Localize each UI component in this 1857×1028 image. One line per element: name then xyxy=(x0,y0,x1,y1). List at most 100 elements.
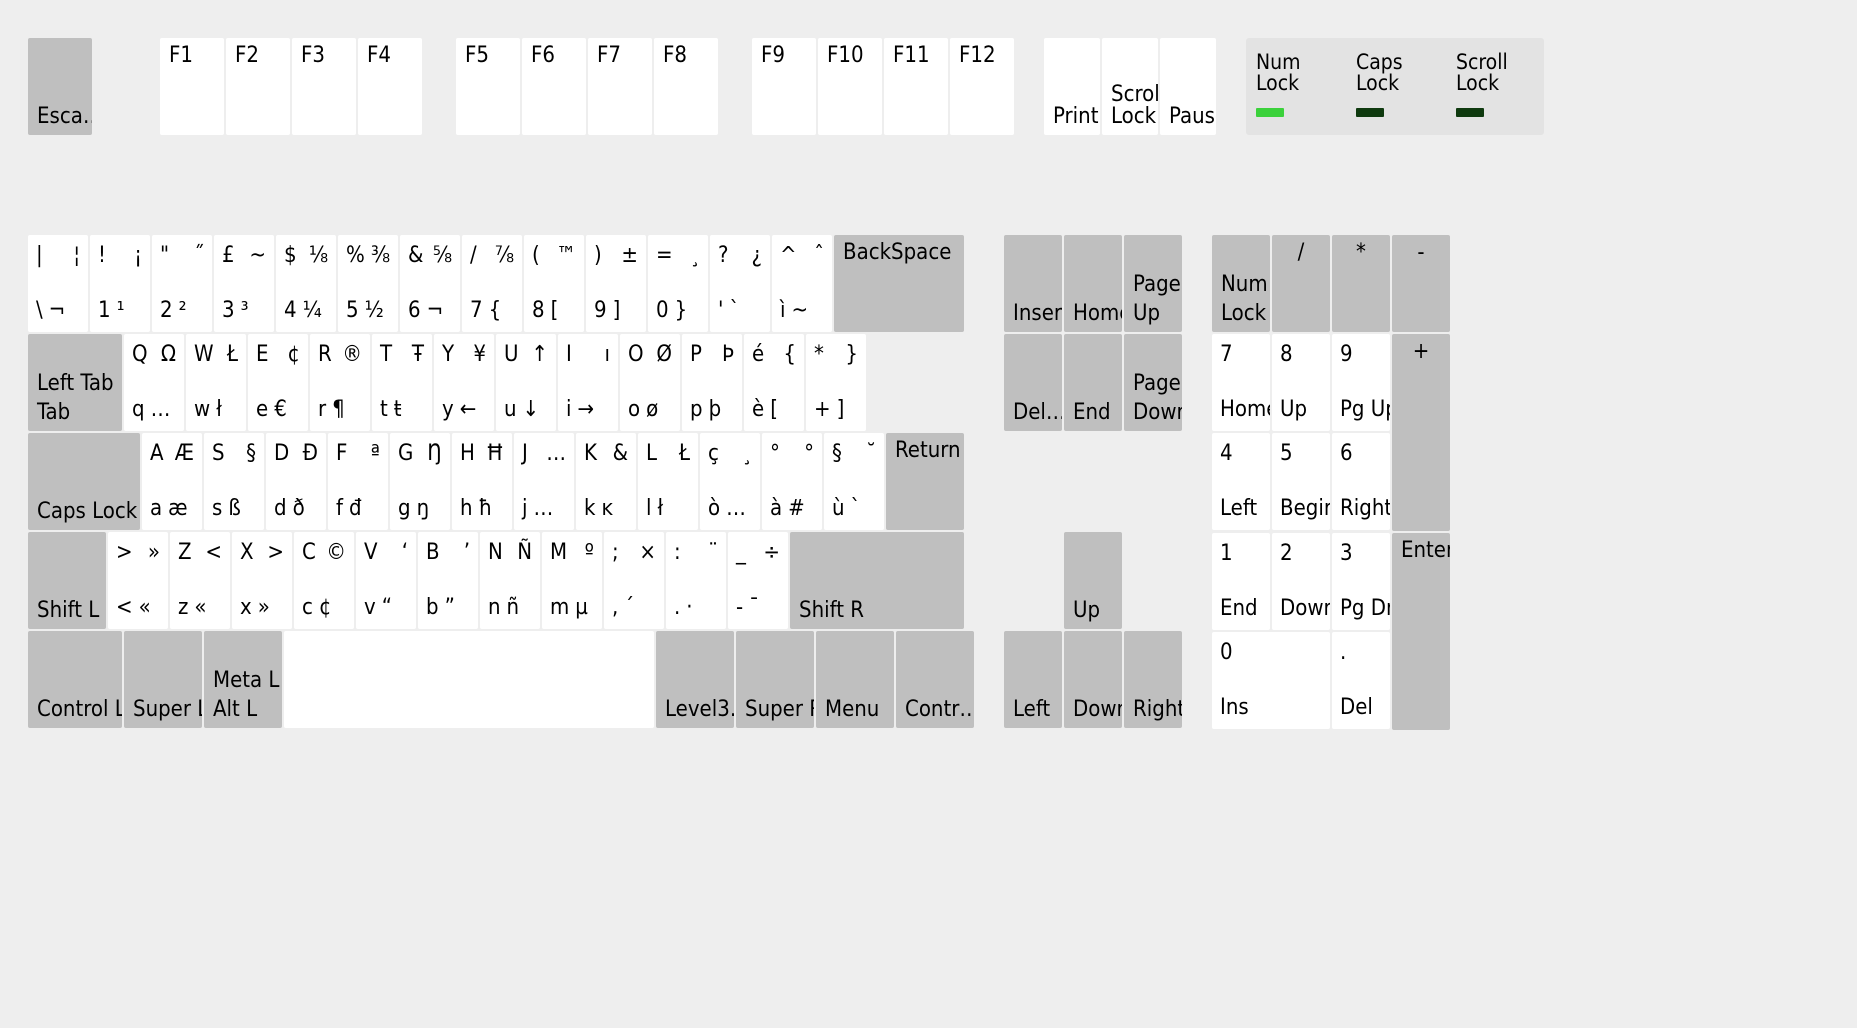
key-f12[interactable]: F12 xyxy=(950,38,1014,135)
key-backspace[interactable]: BackSpace xyxy=(834,235,964,332)
key-w[interactable]: WŁwł xyxy=(186,334,246,431)
key-pause[interactable]: Pause xyxy=(1160,38,1216,135)
key-numpad-5[interactable]: 5Begin xyxy=(1272,433,1330,530)
key-super-left[interactable]: Super L xyxy=(124,631,202,728)
key-level3-shift[interactable]: Level3… xyxy=(656,631,734,728)
key-d[interactable]: DĐdð xyxy=(266,433,326,530)
key-h[interactable]: HĦhħ xyxy=(452,433,512,530)
key-shift-left[interactable]: Shift L xyxy=(28,532,106,629)
key-insert[interactable]: Insert xyxy=(1004,235,1062,332)
key-minus[interactable]: _÷-¯ xyxy=(728,532,788,629)
key-f5[interactable]: F5 xyxy=(456,38,520,135)
key-2[interactable]: "˝2² xyxy=(152,235,212,332)
key-numpad-6[interactable]: 6Right xyxy=(1332,433,1390,530)
key-a[interactable]: AÆaæ xyxy=(142,433,202,530)
key-9[interactable]: )±9] xyxy=(586,235,646,332)
key-6[interactable]: &⅝6¬ xyxy=(400,235,460,332)
key-bracket-right[interactable]: *}+] xyxy=(806,334,866,431)
key-0[interactable]: =¸0} xyxy=(648,235,708,332)
key-e[interactable]: E¢e€ xyxy=(248,334,308,431)
key-f9[interactable]: F9 xyxy=(752,38,816,135)
key-comma[interactable]: ;×,´ xyxy=(604,532,664,629)
key-z[interactable]: Z<z« xyxy=(170,532,230,629)
key-return[interactable]: Return xyxy=(886,433,964,530)
key-f2[interactable]: F2 xyxy=(226,38,290,135)
key-x[interactable]: X>x» xyxy=(232,532,292,629)
key-numpad-enter[interactable]: Enter xyxy=(1392,533,1450,730)
key-l[interactable]: LŁlł xyxy=(638,433,698,530)
key-f7[interactable]: F7 xyxy=(588,38,652,135)
key-numpad-divide[interactable]: / xyxy=(1272,235,1330,332)
key-f1[interactable]: F1 xyxy=(160,38,224,135)
key-numpad-multiply[interactable]: * xyxy=(1332,235,1390,332)
key-ograve[interactable]: ç¸ò… xyxy=(700,433,760,530)
key-control-right[interactable]: Contr… xyxy=(896,631,974,728)
key-f3[interactable]: F3 xyxy=(292,38,356,135)
key-numpad-add[interactable]: + xyxy=(1392,334,1450,531)
key-8[interactable]: (™8[ xyxy=(524,235,584,332)
key-c[interactable]: C©c¢ xyxy=(294,532,354,629)
key-v[interactable]: V‘v“ xyxy=(356,532,416,629)
key-arrow-down[interactable]: Down xyxy=(1064,631,1122,728)
key-numpad-1[interactable]: 1End xyxy=(1212,533,1270,630)
key-scroll-lock[interactable]: Scroll Lock xyxy=(1102,38,1158,135)
key-tab[interactable]: Left TabTab xyxy=(28,334,122,431)
key-p[interactable]: PÞpþ xyxy=(682,334,742,431)
key-home[interactable]: Home xyxy=(1064,235,1122,332)
key-numpad-dot[interactable]: .Del xyxy=(1332,632,1390,729)
key-igrave[interactable]: ^ˆì~ xyxy=(772,235,832,332)
key-ugrave[interactable]: §˘ù` xyxy=(824,433,884,530)
key-numpad-2[interactable]: 2Down xyxy=(1272,533,1330,630)
key-backslash[interactable]: |¦\¬ xyxy=(28,235,88,332)
key-i[interactable]: Iıi→ xyxy=(558,334,618,431)
key-s[interactable]: S§sß xyxy=(204,433,264,530)
key-lessthan[interactable]: >»<« xyxy=(108,532,168,629)
key-arrow-right[interactable]: Right xyxy=(1124,631,1182,728)
key-numpad-7[interactable]: 7Home xyxy=(1212,334,1270,431)
key-arrow-left[interactable]: Left xyxy=(1004,631,1062,728)
key-super-right[interactable]: Super R xyxy=(736,631,814,728)
key-control-left[interactable]: Control L xyxy=(28,631,122,728)
key-r[interactable]: R®r¶ xyxy=(310,334,370,431)
key-arrow-up[interactable]: Up xyxy=(1064,532,1122,629)
key-numpad-9[interactable]: 9Pg Up xyxy=(1332,334,1390,431)
key-menu[interactable]: Menu xyxy=(816,631,894,728)
key-page-down[interactable]: PageDown xyxy=(1124,334,1182,431)
key-space[interactable] xyxy=(284,631,654,728)
key-f8[interactable]: F8 xyxy=(654,38,718,135)
key-5[interactable]: %⅜5½ xyxy=(338,235,398,332)
key-numpad-4[interactable]: 4Left xyxy=(1212,433,1270,530)
key-7[interactable]: /⅞7{ xyxy=(462,235,522,332)
key-1[interactable]: !¡1¹ xyxy=(90,235,150,332)
key-alt-left[interactable]: Meta LAlt L xyxy=(204,631,282,728)
key-f11[interactable]: F11 xyxy=(884,38,948,135)
key-page-up[interactable]: PageUp xyxy=(1124,235,1182,332)
key-end[interactable]: End xyxy=(1064,334,1122,431)
key-print[interactable]: Print xyxy=(1044,38,1100,135)
key-f4[interactable]: F4 xyxy=(358,38,422,135)
key-y[interactable]: Y¥y← xyxy=(434,334,494,431)
key-bracket-left[interactable]: é{è[ xyxy=(744,334,804,431)
key-j[interactable]: J…j… xyxy=(514,433,574,530)
key-k[interactable]: K&kĸ xyxy=(576,433,636,530)
key-f[interactable]: Fªfđ xyxy=(328,433,388,530)
key-numpad-8[interactable]: 8Up xyxy=(1272,334,1330,431)
key-period[interactable]: :¨.· xyxy=(666,532,726,629)
key-b[interactable]: B’b” xyxy=(418,532,478,629)
key-3[interactable]: £~3³ xyxy=(214,235,274,332)
key-o[interactable]: OØoø xyxy=(620,334,680,431)
key-numpad-3[interactable]: 3Pg Dn xyxy=(1332,533,1390,630)
key-numpad-0[interactable]: 0Ins xyxy=(1212,632,1330,729)
key-num-lock[interactable]: NumLock xyxy=(1212,235,1270,332)
key-n[interactable]: NÑnñ xyxy=(480,532,540,629)
key-apostrophe[interactable]: ?¿'` xyxy=(710,235,770,332)
key-q[interactable]: QΩq… xyxy=(124,334,184,431)
key-4[interactable]: $⅛4¼ xyxy=(276,235,336,332)
key-f10[interactable]: F10 xyxy=(818,38,882,135)
key-m[interactable]: Mºmµ xyxy=(542,532,602,629)
key-agrave[interactable]: °°à# xyxy=(762,433,822,530)
key-numpad-subtract[interactable]: - xyxy=(1392,235,1450,332)
key-delete[interactable]: Del… xyxy=(1004,334,1062,431)
key-u[interactable]: U↑u↓ xyxy=(496,334,556,431)
key-caps-lock[interactable]: Caps Lock xyxy=(28,433,140,530)
